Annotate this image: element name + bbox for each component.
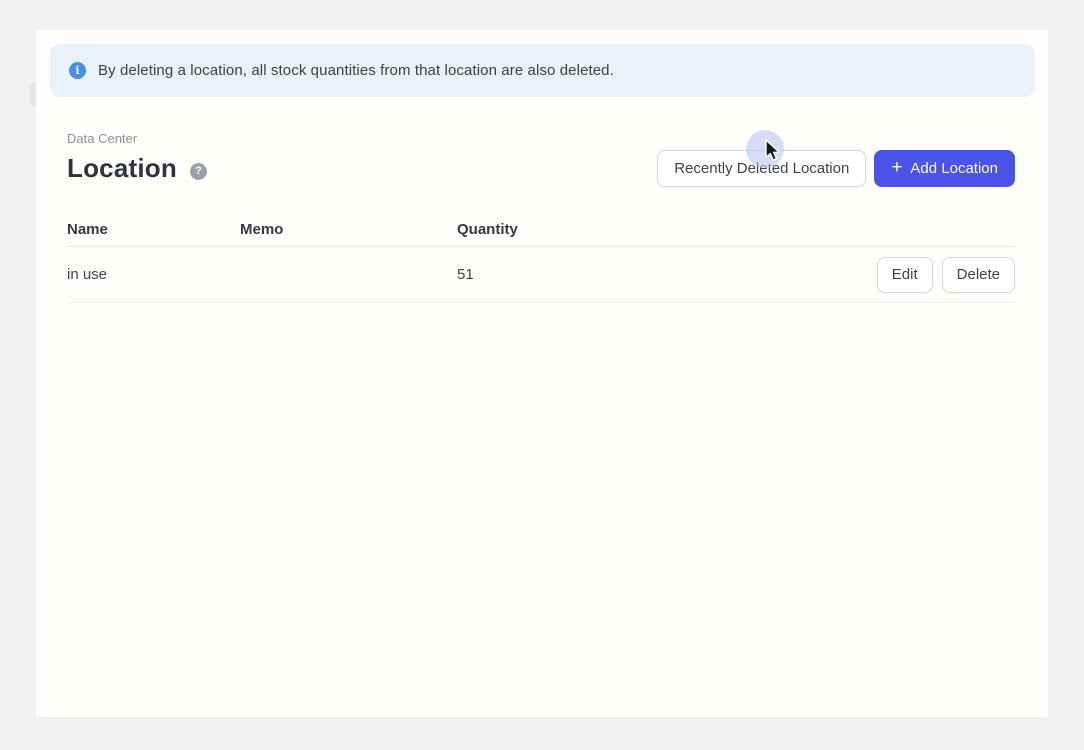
info-icon: i [69, 62, 86, 79]
delete-button[interactable]: Delete [942, 257, 1015, 293]
cell-name: in use [67, 266, 240, 283]
cell-quantity: 51 [457, 266, 877, 283]
help-icon[interactable]: ? [190, 163, 207, 180]
column-header-memo: Memo [240, 221, 457, 238]
table-row: in use 51 Edit Delete [67, 247, 1015, 303]
table-header-row: Name Memo Quantity [67, 212, 1015, 247]
info-banner-text: By deleting a location, all stock quanti… [98, 62, 614, 79]
content-card: i By deleting a location, all stock quan… [36, 30, 1048, 717]
info-banner: i By deleting a location, all stock quan… [50, 44, 1035, 97]
add-location-button[interactable]: + Add Location [874, 150, 1015, 187]
recently-deleted-location-button[interactable]: Recently Deleted Location [657, 150, 866, 187]
location-table: Name Memo Quantity in use 51 Edit Delete [67, 212, 1015, 303]
row-actions: Edit Delete [877, 257, 1015, 293]
column-header-quantity: Quantity [457, 221, 1015, 238]
breadcrumb: Data Center [67, 131, 207, 146]
page-title: Location [67, 153, 177, 184]
plus-icon: + [891, 158, 902, 177]
page-background: { "banner": { "icon_glyph": "i", "text":… [0, 0, 1084, 750]
edit-button[interactable]: Edit [877, 257, 933, 293]
add-location-label: Add Location [910, 160, 998, 177]
toolbar: Recently Deleted Location + Add Location [657, 150, 1015, 187]
column-header-name: Name [67, 221, 240, 238]
page-header: Data Center Location ? [67, 131, 207, 184]
